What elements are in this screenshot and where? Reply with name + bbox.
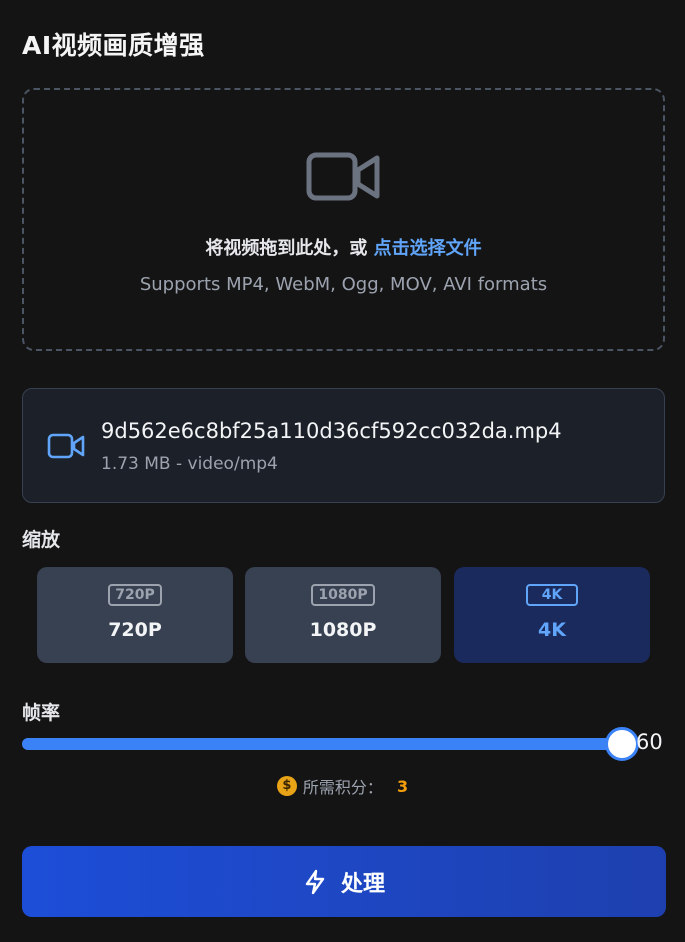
fps-slider-fill	[22, 738, 622, 750]
scale-option-label: 720P	[108, 619, 162, 641]
scale-option-720p[interactable]: 720P 720P	[37, 567, 233, 663]
required-credits: $ 所需积分： 3	[0, 774, 685, 798]
file-meta: 1.73 MB - video/mp4	[101, 454, 278, 474]
credits-value: 3	[396, 776, 409, 796]
process-button[interactable]: 处理	[22, 846, 666, 917]
dropzone-prompt-text: 将视频拖到此处，或	[205, 238, 374, 259]
resolution-badge-icon: 720P	[108, 584, 162, 606]
fps-label: 帧率	[22, 702, 61, 724]
page-title: AI视频画质增强	[22, 31, 205, 60]
video-enhance-panel: AI视频画质增强 将视频拖到此处，或 点击选择文件 Supports MP4, …	[0, 0, 685, 942]
scale-label: 缩放	[22, 529, 61, 551]
file-name: 9d562e6c8bf25a110d36cf592cc032da.mp4	[101, 419, 562, 443]
scale-option-label: 1080P	[309, 619, 377, 641]
scale-option-1080p[interactable]: 1080P 1080P	[245, 567, 441, 663]
video-camera-icon	[306, 152, 379, 201]
credits-label: 所需积分：	[302, 778, 383, 797]
scale-option-label: 4K	[538, 619, 566, 641]
fps-slider[interactable]	[22, 727, 639, 761]
scale-option-4k[interactable]: 4K 4K	[454, 567, 650, 663]
supported-formats: Supports MP4, WebM, Ogg, MOV, AVI format…	[139, 274, 548, 295]
dropzone-prompt: 将视频拖到此处，或 点击选择文件	[205, 234, 481, 260]
select-file-link[interactable]: 点击选择文件	[374, 238, 482, 259]
selected-file-card: 9d562e6c8bf25a110d36cf592cc032da.mp4 1.7…	[22, 388, 665, 503]
process-button-label: 处理	[340, 871, 385, 897]
lightning-bolt-icon	[305, 869, 325, 894]
fps-slider-thumb[interactable]	[605, 727, 639, 761]
upload-dropzone[interactable]: 将视频拖到此处，或 点击选择文件 Supports MP4, WebM, Ogg…	[22, 88, 665, 351]
coin-icon: $	[276, 776, 297, 796]
fps-value: 60	[636, 730, 663, 754]
video-file-icon	[47, 433, 85, 459]
resolution-badge-icon: 4K	[525, 584, 579, 606]
resolution-badge-icon: 1080P	[311, 584, 375, 606]
